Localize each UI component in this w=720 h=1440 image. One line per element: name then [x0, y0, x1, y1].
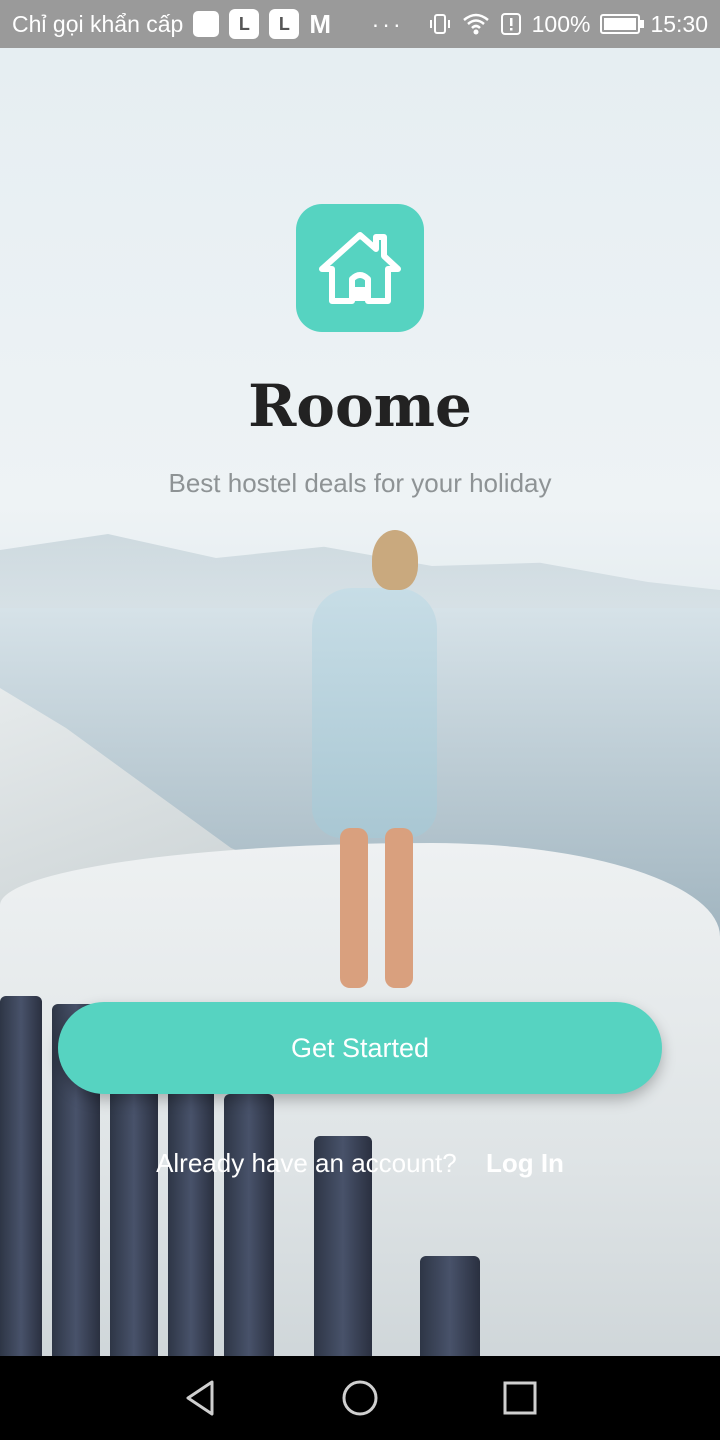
person-head	[372, 530, 418, 590]
overflow-dots: ···	[371, 10, 404, 37]
alert-icon	[500, 13, 521, 35]
gmail-icon: M	[309, 8, 332, 39]
login-link[interactable]: Log In	[486, 1148, 564, 1178]
battery-icon	[600, 14, 645, 34]
status-right: ··· 100% 15:30	[372, 11, 708, 38]
vibrate-icon	[429, 14, 450, 34]
clock: 15:30	[650, 10, 708, 37]
house-icon	[296, 204, 424, 332]
recents-icon[interactable]	[490, 1368, 550, 1428]
carrier-text: Chỉ gọi khẩn cấp	[12, 10, 184, 37]
person-figure	[312, 588, 437, 838]
wifi-icon	[462, 13, 489, 35]
get-started-button[interactable]: Get Started	[58, 1002, 662, 1094]
fence-plank	[168, 1066, 214, 1356]
app-notification-icon: L	[229, 9, 260, 39]
person-leg	[340, 828, 368, 988]
fence-plank	[420, 1256, 480, 1356]
status-left: Chỉ gọi khẩn cấp L L M	[12, 9, 331, 40]
back-icon[interactable]	[170, 1368, 230, 1428]
home-icon[interactable]	[330, 1368, 390, 1428]
app-title: Roome	[248, 372, 472, 440]
login-row: Already have an account? Log In	[0, 1148, 720, 1179]
fence-plank	[224, 1094, 274, 1356]
app-notification-icon: L	[269, 9, 300, 39]
battery-percent: 100%	[531, 10, 591, 37]
notification-square-icon	[193, 11, 220, 37]
navigation-bar	[0, 1356, 720, 1440]
battery-level	[604, 18, 637, 30]
app-tagline: Best hostel deals for your holiday	[168, 468, 552, 498]
status-bar: Chỉ gọi khẩn cấp L L M ··· 100% 15:30	[0, 0, 720, 48]
login-prompt: Already have an account?	[156, 1148, 457, 1178]
person-leg	[385, 828, 413, 988]
